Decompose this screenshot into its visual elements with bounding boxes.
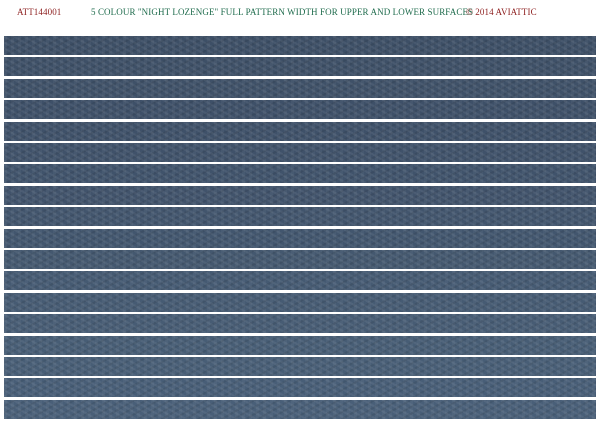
lozenge-stripe xyxy=(4,400,596,419)
copyright-notice: © 2014 AVIATTIC xyxy=(466,7,537,17)
lozenge-stripe xyxy=(4,143,596,162)
lozenge-stripe xyxy=(4,79,596,98)
lozenge-stripe xyxy=(4,186,596,205)
lozenge-stripe xyxy=(4,271,596,290)
lozenge-stripe xyxy=(4,36,596,55)
lozenge-stripe xyxy=(4,207,596,226)
lozenge-stripe xyxy=(4,357,596,376)
lozenge-stripe xyxy=(4,164,596,183)
lozenge-stripe xyxy=(4,314,596,333)
decal-sheet: ATT144001 5 COLOUR "NIGHT LOZENGE" FULL … xyxy=(0,0,600,426)
lozenge-stripe xyxy=(4,122,596,141)
lozenge-stripe xyxy=(4,293,596,312)
sheet-title: 5 COLOUR "NIGHT LOZENGE" FULL PATTERN WI… xyxy=(91,7,474,17)
lozenge-stripe xyxy=(4,250,596,269)
lozenge-stripe xyxy=(4,100,596,119)
lozenge-stripe xyxy=(4,336,596,355)
lozenge-stripe xyxy=(4,57,596,76)
lozenge-stripe xyxy=(4,229,596,248)
lozenge-stripe xyxy=(4,378,596,397)
product-code: ATT144001 xyxy=(17,7,62,17)
sheet-header: ATT144001 5 COLOUR "NIGHT LOZENGE" FULL … xyxy=(0,0,600,22)
